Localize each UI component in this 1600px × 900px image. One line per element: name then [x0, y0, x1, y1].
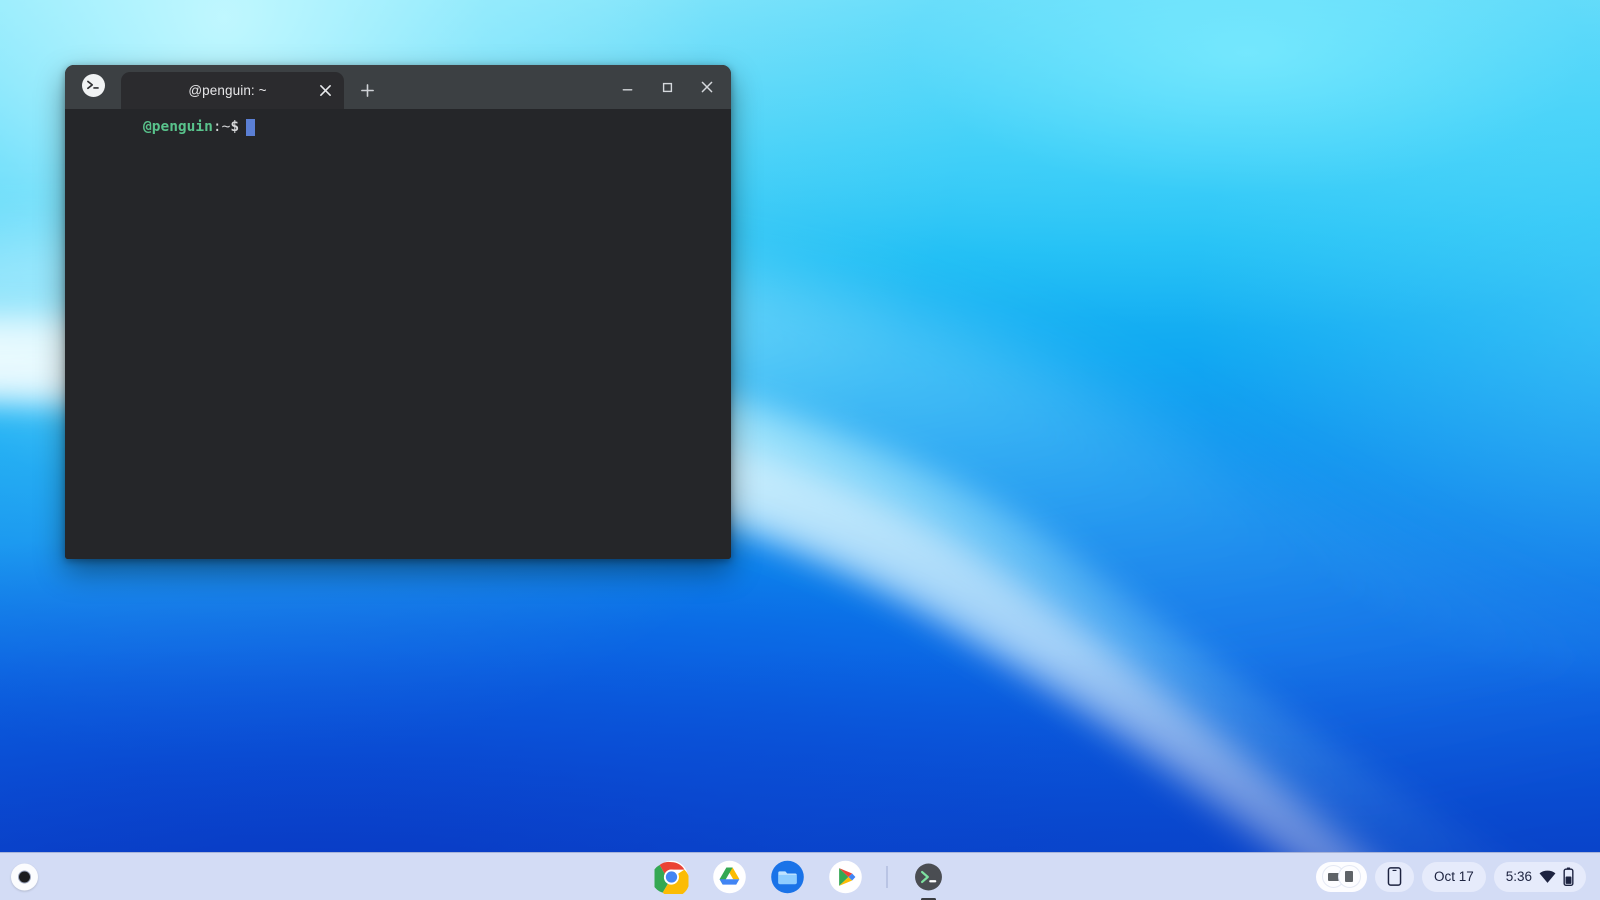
window-switcher-tray[interactable]: [1316, 862, 1367, 892]
chrome-icon: [655, 860, 689, 894]
window-close-button[interactable]: [687, 67, 727, 107]
shelf-separator: [887, 866, 888, 888]
plus-icon: [360, 83, 375, 98]
shelf-item-drive[interactable]: [711, 858, 749, 896]
launcher-button[interactable]: [11, 863, 38, 890]
minimize-button[interactable]: [607, 67, 647, 107]
play-store-icon: [829, 860, 863, 894]
prompt-colon: :: [213, 117, 222, 137]
drive-icon: [713, 860, 747, 894]
tray-status-group: 5:36: [1506, 867, 1574, 886]
launcher-icon: [18, 870, 31, 883]
close-icon: [700, 80, 714, 94]
prompt-user: @penguin: [143, 117, 213, 137]
tray-date: Oct 17: [1434, 869, 1474, 884]
window-app-icon: [65, 65, 121, 109]
tab-penguin[interactable]: @penguin: ~: [121, 72, 344, 109]
status-area-tray[interactable]: 5:36: [1494, 862, 1586, 892]
shelf-item-files[interactable]: [769, 858, 807, 896]
terminal-prompt-line: @penguin:~$: [65, 117, 731, 137]
status-tray[interactable]: Oct 17 5:36: [1316, 862, 1586, 892]
minimize-icon: [621, 81, 634, 94]
tab-title: @penguin: ~: [131, 83, 312, 98]
phone-icon: [1387, 867, 1402, 886]
terminal-cursor: [246, 119, 255, 136]
maximize-button[interactable]: [647, 67, 687, 107]
terminal-output-area[interactable]: @penguin:~$: [65, 109, 731, 559]
new-tab-button[interactable]: [350, 73, 384, 107]
tray-time: 5:36: [1506, 869, 1532, 884]
shelf-app-list[interactable]: [653, 853, 948, 900]
desk-preview-icon: [1338, 865, 1361, 888]
shelf-item-play-store[interactable]: [827, 858, 865, 896]
prompt-path: ~: [222, 117, 231, 137]
desk-window-glyph: [1345, 871, 1353, 882]
date-tray[interactable]: Oct 17: [1422, 862, 1486, 892]
desktop: @penguin: ~: [0, 0, 1600, 900]
files-icon: [771, 860, 805, 894]
phone-hub-tray[interactable]: [1375, 862, 1414, 892]
shelf-item-chrome[interactable]: [653, 858, 691, 896]
window-titlebar[interactable]: @penguin: ~: [65, 65, 731, 109]
terminal-icon: [912, 860, 946, 894]
window-controls[interactable]: [607, 65, 731, 109]
prompt-symbol: $: [230, 117, 239, 137]
shelf-item-terminal[interactable]: [910, 858, 948, 896]
shelf[interactable]: Oct 17 5:36: [0, 852, 1600, 900]
wifi-icon: [1539, 870, 1556, 884]
terminal-icon: [82, 74, 105, 97]
terminal-window[interactable]: @penguin: ~: [65, 65, 731, 559]
maximize-icon: [661, 81, 674, 94]
battery-icon: [1563, 867, 1574, 886]
close-icon[interactable]: [312, 78, 338, 104]
